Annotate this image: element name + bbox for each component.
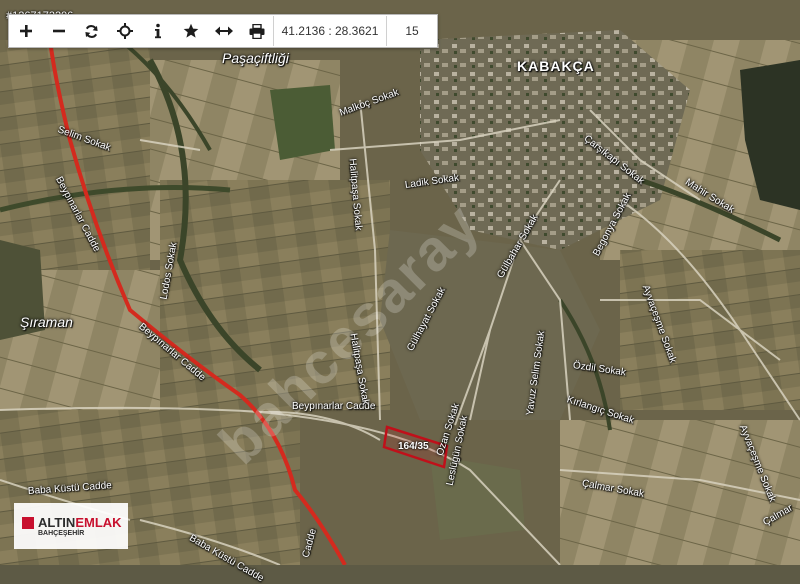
refresh-button[interactable] xyxy=(75,15,108,47)
favorite-button[interactable] xyxy=(174,15,207,47)
crosshair-icon xyxy=(116,23,133,39)
parcel-label[interactable]: 164/35 xyxy=(398,441,429,452)
logo-subtitle: BAHÇEŞEHİR xyxy=(38,530,85,537)
refresh-icon xyxy=(85,24,98,38)
area-label-siraman: Şıraman xyxy=(20,314,73,330)
area-label-pasaciftligi: Paşaçiftliği xyxy=(222,50,289,66)
logo-brand-part2: EMLAK xyxy=(75,515,122,530)
minus-icon xyxy=(52,29,65,33)
zoom-level-display: 15 xyxy=(386,16,437,46)
measure-button[interactable] xyxy=(207,15,240,47)
brand-logo: ALTIN EMLAK BAHÇEŞEHİR xyxy=(14,503,128,549)
arrows-horizontal-icon xyxy=(214,26,233,36)
info-icon xyxy=(154,23,161,39)
logo-brand: ALTIN EMLAK xyxy=(22,515,128,530)
map-toolbar: 41.2136 : 28.3621 15 xyxy=(8,14,438,48)
zoom-out-button[interactable] xyxy=(42,15,75,47)
logo-brand-part1: ALTIN xyxy=(38,515,76,530)
village-label: KABAKÇA xyxy=(517,58,595,74)
info-button[interactable] xyxy=(141,15,174,47)
printer-icon xyxy=(249,23,264,39)
print-button[interactable] xyxy=(240,15,273,47)
zoom-in-button[interactable] xyxy=(9,15,42,47)
logo-mark-icon xyxy=(22,516,34,529)
locate-button[interactable] xyxy=(108,15,141,47)
coordinates-display: 41.2136 : 28.3621 xyxy=(273,16,386,46)
plus-icon xyxy=(19,25,32,37)
star-icon xyxy=(183,23,198,38)
